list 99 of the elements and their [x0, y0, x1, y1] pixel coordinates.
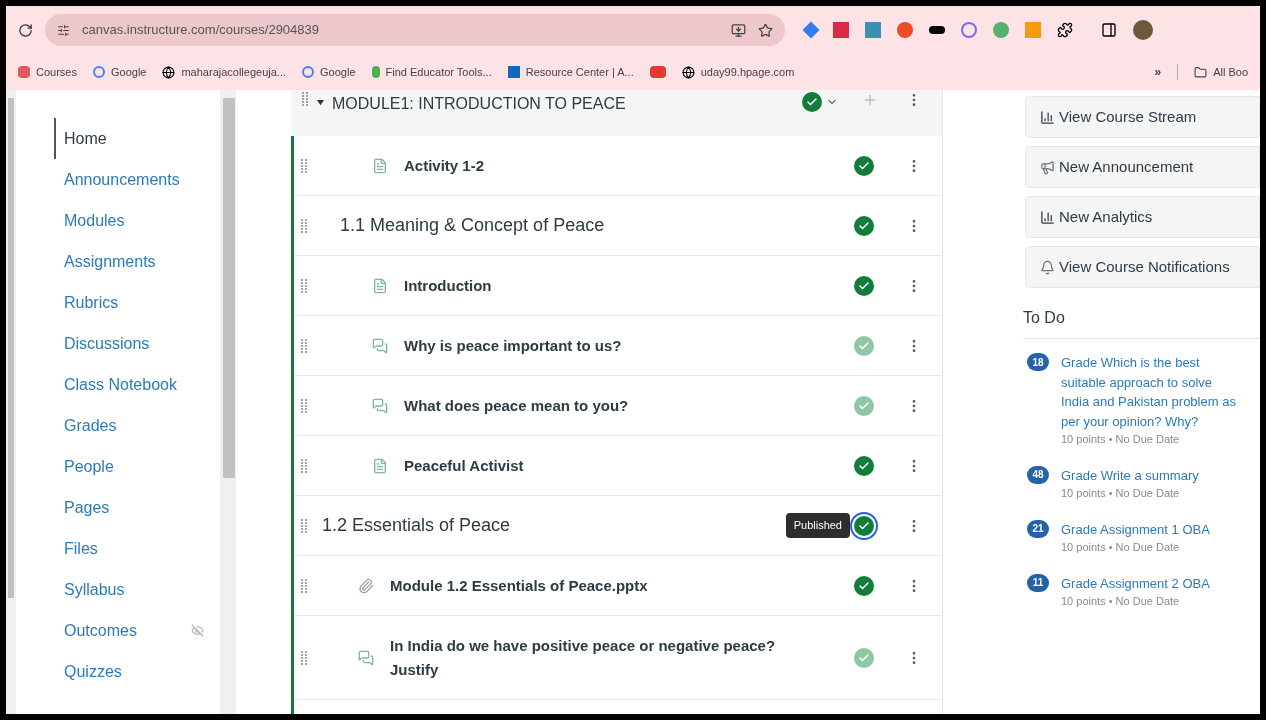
count-badge: 11 [1027, 573, 1049, 592]
count-badge: 48 [1027, 465, 1049, 484]
count-badge: 21 [1027, 519, 1049, 538]
section-header-text: 1.1 Meaning & Concept of Peace [340, 214, 605, 237]
sidebar-nav-link[interactable]: Modules [54, 200, 220, 241]
globe-icon [162, 65, 176, 79]
url-text: canvas.instructure.com/courses/2904839 [82, 21, 319, 40]
reload-icon[interactable] [18, 22, 33, 38]
todo-link[interactable]: Grade Write a summary [1061, 465, 1236, 485]
bookmark-link[interactable]: Google [92, 63, 147, 81]
published-status-icon[interactable] [854, 215, 874, 236]
globe-icon [681, 65, 695, 79]
extensions-icon[interactable] [1057, 22, 1073, 38]
drag-handle-icon[interactable] [300, 398, 308, 413]
sidebar-nav-link[interactable]: Syllabus [54, 569, 220, 610]
module-item-link[interactable]: In India do we have positive peace or negative peace? Justify [390, 633, 810, 682]
drag-handle-icon[interactable] [301, 92, 309, 106]
todo-link[interactable]: Grade Assignment 2 OBA [1061, 573, 1236, 593]
google-logo-icon [302, 66, 315, 78]
sidebar-nav-link[interactable]: Files [54, 528, 220, 569]
sidebar-nav-link[interactable]: Quizzes [54, 651, 220, 692]
caret-icon[interactable] [317, 99, 324, 106]
drag-handle-icon[interactable] [300, 518, 308, 533]
published-status-icon[interactable] [854, 455, 874, 476]
section-header-text: 1.2 Essentials of Peace [322, 514, 511, 537]
drag-handle-icon[interactable] [300, 158, 308, 173]
resource-icon [507, 66, 520, 78]
sidebar-nav-link[interactable]: Grades [54, 405, 220, 446]
sidebar-nav-link[interactable]: Rubrics [54, 282, 220, 323]
discussion-icon [372, 397, 388, 414]
extension-icon[interactable] [929, 26, 945, 34]
todo-heading: To Do [1023, 306, 1260, 339]
todo-link[interactable]: Grade Which is the best suitable approach to solve India and Pakistan problem as per your opinion? Why? [1061, 353, 1236, 431]
folder-icon [1194, 65, 1208, 79]
address-bar[interactable]: canvas.instructure.com/courses/2904839 [45, 14, 785, 46]
module-item-link[interactable]: Introduction [404, 273, 492, 298]
published-status-icon[interactable] [854, 575, 874, 596]
sidebar-action-button[interactable]: New Announcement [1025, 146, 1260, 188]
discussion-icon [358, 649, 374, 666]
published-status-icon[interactable] [854, 275, 874, 296]
sidebar-nav-link[interactable]: Outcomes [54, 610, 220, 651]
canvas-logo-icon [18, 66, 30, 78]
published-status-icon[interactable] [854, 155, 874, 176]
youtube-icon [649, 66, 666, 78]
tooltip: Published [785, 513, 850, 538]
site-info-icon[interactable] [57, 23, 70, 37]
count-badge: 18 [1027, 353, 1049, 371]
bookmark-link[interactable]: maharajacollegeuja... [162, 63, 287, 81]
discussion-icon [372, 337, 388, 354]
bar-chart-icon [1040, 209, 1055, 225]
module-title: MODULE1: INTRODUCTION TO PEACE [332, 94, 627, 114]
sidebar-nav-link[interactable]: Discussions [54, 323, 220, 364]
published-status-icon[interactable] [802, 92, 822, 112]
sidebar-nav-link[interactable]: Assignments [54, 241, 220, 282]
page-icon [372, 457, 388, 474]
module-item-link[interactable]: Activity 1-2 [404, 153, 485, 178]
megaphone-icon [1040, 159, 1055, 175]
bookmark-link[interactable]: Courses [18, 63, 77, 81]
sidebar-action-button[interactable]: View Course Stream [1025, 96, 1260, 138]
published-status-icon[interactable] [854, 515, 874, 536]
sidebar-nav-link[interactable]: Class Notebook [54, 364, 220, 405]
sidebar-nav-link[interactable]: Announcements [54, 159, 220, 200]
install-icon[interactable] [731, 22, 746, 38]
page-icon [372, 157, 388, 174]
bookmark-link[interactable]: Find Educator Tools... [371, 63, 492, 81]
drag-handle-icon[interactable] [300, 650, 308, 665]
sidebar-nav-link[interactable]: People [54, 446, 220, 487]
more-bookmarks-button[interactable]: » [1154, 63, 1162, 81]
bar-chart-icon [1040, 109, 1055, 125]
todo-meta: 10 points • No Due Date [1061, 540, 1181, 555]
drag-handle-icon[interactable] [300, 218, 308, 233]
attachment-icon [358, 577, 374, 594]
google-logo-icon [92, 66, 105, 78]
sidebar-nav-link[interactable]: Pages [54, 487, 220, 528]
module-item-link[interactable]: What does peace mean to you? [404, 393, 629, 418]
drag-handle-icon[interactable] [300, 338, 308, 353]
page-icon [372, 277, 388, 294]
todo-meta: 10 points • No Due Date [1061, 486, 1181, 501]
drag-handle-icon[interactable] [300, 278, 308, 293]
module-item-link[interactable]: Module 1.2 Essentials of Peace.pptx [390, 573, 648, 598]
todo-meta: 10 points • No Due Date [1061, 432, 1181, 447]
profile-avatar[interactable] [1133, 20, 1153, 40]
bookmark-star-icon[interactable] [758, 22, 773, 38]
bookmark-link[interactable]: uday99.hpage.com [681, 63, 795, 81]
sidebar-action-button[interactable]: New Analytics [1025, 196, 1260, 238]
bookmark-link[interactable]: Google [302, 63, 356, 81]
bookmark-link[interactable]: Resource Center | A... [507, 63, 634, 81]
todo-meta: 10 points • No Due Date [1061, 594, 1181, 609]
bookmark-link[interactable] [649, 66, 666, 78]
side-panel-icon[interactable] [1101, 22, 1117, 38]
sidebar-action-button[interactable]: View Course Notifications [1025, 246, 1260, 288]
module-item-link[interactable]: Peaceful Activist [404, 453, 524, 478]
all-bookmarks-link[interactable]: All Boo [1194, 63, 1248, 81]
drag-handle-icon[interactable] [300, 578, 308, 593]
module-item-link[interactable]: Why is peace important to us? [404, 333, 622, 358]
leaf-icon [371, 66, 380, 78]
todo-link[interactable]: Grade Assignment 1 OBA [1061, 519, 1236, 539]
bell-icon [1040, 259, 1055, 275]
drag-handle-icon[interactable] [300, 458, 308, 473]
